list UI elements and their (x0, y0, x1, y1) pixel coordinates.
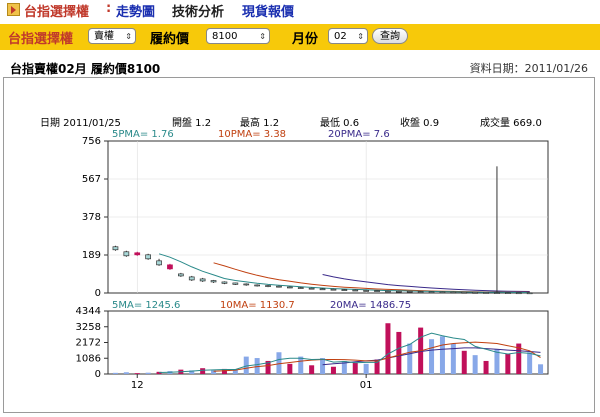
candle-body (276, 285, 282, 288)
candle-body (265, 285, 271, 287)
quote-open: 開盤 1.2 (172, 116, 211, 129)
volume-bar (330, 366, 336, 374)
candle-body (254, 284, 260, 287)
volume-y-tick-label: 4344 (76, 306, 101, 317)
volume-bar (385, 323, 391, 374)
volume-bar (407, 343, 413, 374)
candle-body (134, 252, 141, 256)
volume-bar (287, 363, 293, 374)
candle-body (243, 283, 250, 286)
technical-chart: 日期 2011/01/25 開盤 1.2 最高 1.2 最低 0.6 收盤 0.… (40, 116, 549, 391)
volume-bar (472, 355, 478, 374)
quote-low: 最低 0.6 (320, 116, 359, 129)
candle-body (156, 260, 162, 266)
volume-bar (200, 368, 206, 374)
candle-body (352, 289, 359, 292)
candle-body (308, 287, 315, 290)
price-ma10-line (213, 262, 530, 293)
candle-body (374, 290, 380, 292)
x-tick-label: 01 (360, 380, 373, 391)
volume-ma20-label: 20MA= 1486.75 (330, 300, 411, 311)
volume-ma5-label: 5MA= 1245.6 (112, 300, 180, 311)
volume-bar (494, 349, 500, 374)
candle-body (406, 291, 413, 293)
volume-bar (538, 364, 544, 374)
candle-body (341, 289, 348, 291)
candle-body (461, 291, 468, 294)
volume-bar (320, 358, 326, 374)
price-ma20-label: 20PMA= 7.6 (328, 129, 390, 140)
candle-body (526, 292, 533, 295)
candle-body (210, 280, 217, 283)
candle-body (515, 292, 522, 295)
candle-body (287, 286, 293, 289)
volume-bar (134, 373, 140, 374)
candle-body (494, 292, 500, 294)
price-y-tick-label: 756 (82, 136, 101, 147)
volume-y-tick-label: 3258 (76, 322, 101, 333)
candle-body (450, 291, 457, 294)
quote-close: 收盤 0.9 (400, 116, 439, 129)
volume-bar (352, 362, 358, 374)
candle-body (167, 264, 173, 270)
volume-bar (396, 331, 402, 374)
volume-bar (309, 365, 315, 374)
candle-body (417, 291, 424, 293)
volume-ma5-line (159, 332, 541, 373)
candle-body (483, 292, 489, 294)
candle-body (385, 290, 391, 293)
candle-body (330, 288, 337, 291)
price-y-tick-label: 567 (82, 174, 101, 185)
candle-body (112, 246, 119, 251)
volume-bar (505, 353, 511, 374)
volume-bar (429, 339, 435, 374)
candle-body (472, 292, 478, 294)
volume-bar (483, 360, 489, 374)
candle-body (439, 291, 446, 294)
volume-y-tick-label: 2172 (76, 338, 101, 349)
candle-body (363, 290, 369, 292)
candle-body (188, 276, 195, 281)
quote-volume: 成交量 669.0 (480, 116, 542, 129)
price-ma10-label: 10PMA= 3.38 (218, 129, 286, 140)
volume-y-tick-label: 0 (95, 369, 101, 380)
candle-body (145, 254, 151, 260)
quote-high: 最高 1.2 (240, 116, 279, 129)
price-ma5-label: 5PMA= 1.76 (112, 129, 174, 140)
candle-body (221, 281, 228, 284)
price-y-tick-label: 0 (95, 288, 101, 299)
volume-bar (298, 356, 304, 374)
candle-body (178, 273, 184, 277)
candle-body (232, 282, 239, 285)
candle-body (199, 278, 206, 282)
volume-bar (439, 336, 445, 374)
quote-date: 日期 2011/01/25 (40, 117, 121, 129)
price-y-tick-label: 378 (82, 212, 101, 223)
volume-bar (123, 372, 129, 374)
price-y-tick-label: 189 (82, 250, 101, 261)
volume-y-tick-label: 1086 (76, 353, 101, 364)
candle-body (505, 292, 511, 294)
candle-body (319, 288, 326, 291)
candle-body (297, 287, 304, 289)
candle-body (123, 251, 130, 257)
volume-bar (112, 372, 118, 374)
volume-bar (461, 350, 467, 374)
volume-bar (363, 363, 369, 374)
volume-ma10-label: 10MA= 1130.7 (220, 300, 295, 311)
volume-bar (145, 372, 151, 374)
candle-body (396, 290, 402, 293)
candle-body (428, 291, 435, 294)
x-tick-label: 12 (131, 380, 144, 391)
volume-bar (527, 352, 533, 374)
